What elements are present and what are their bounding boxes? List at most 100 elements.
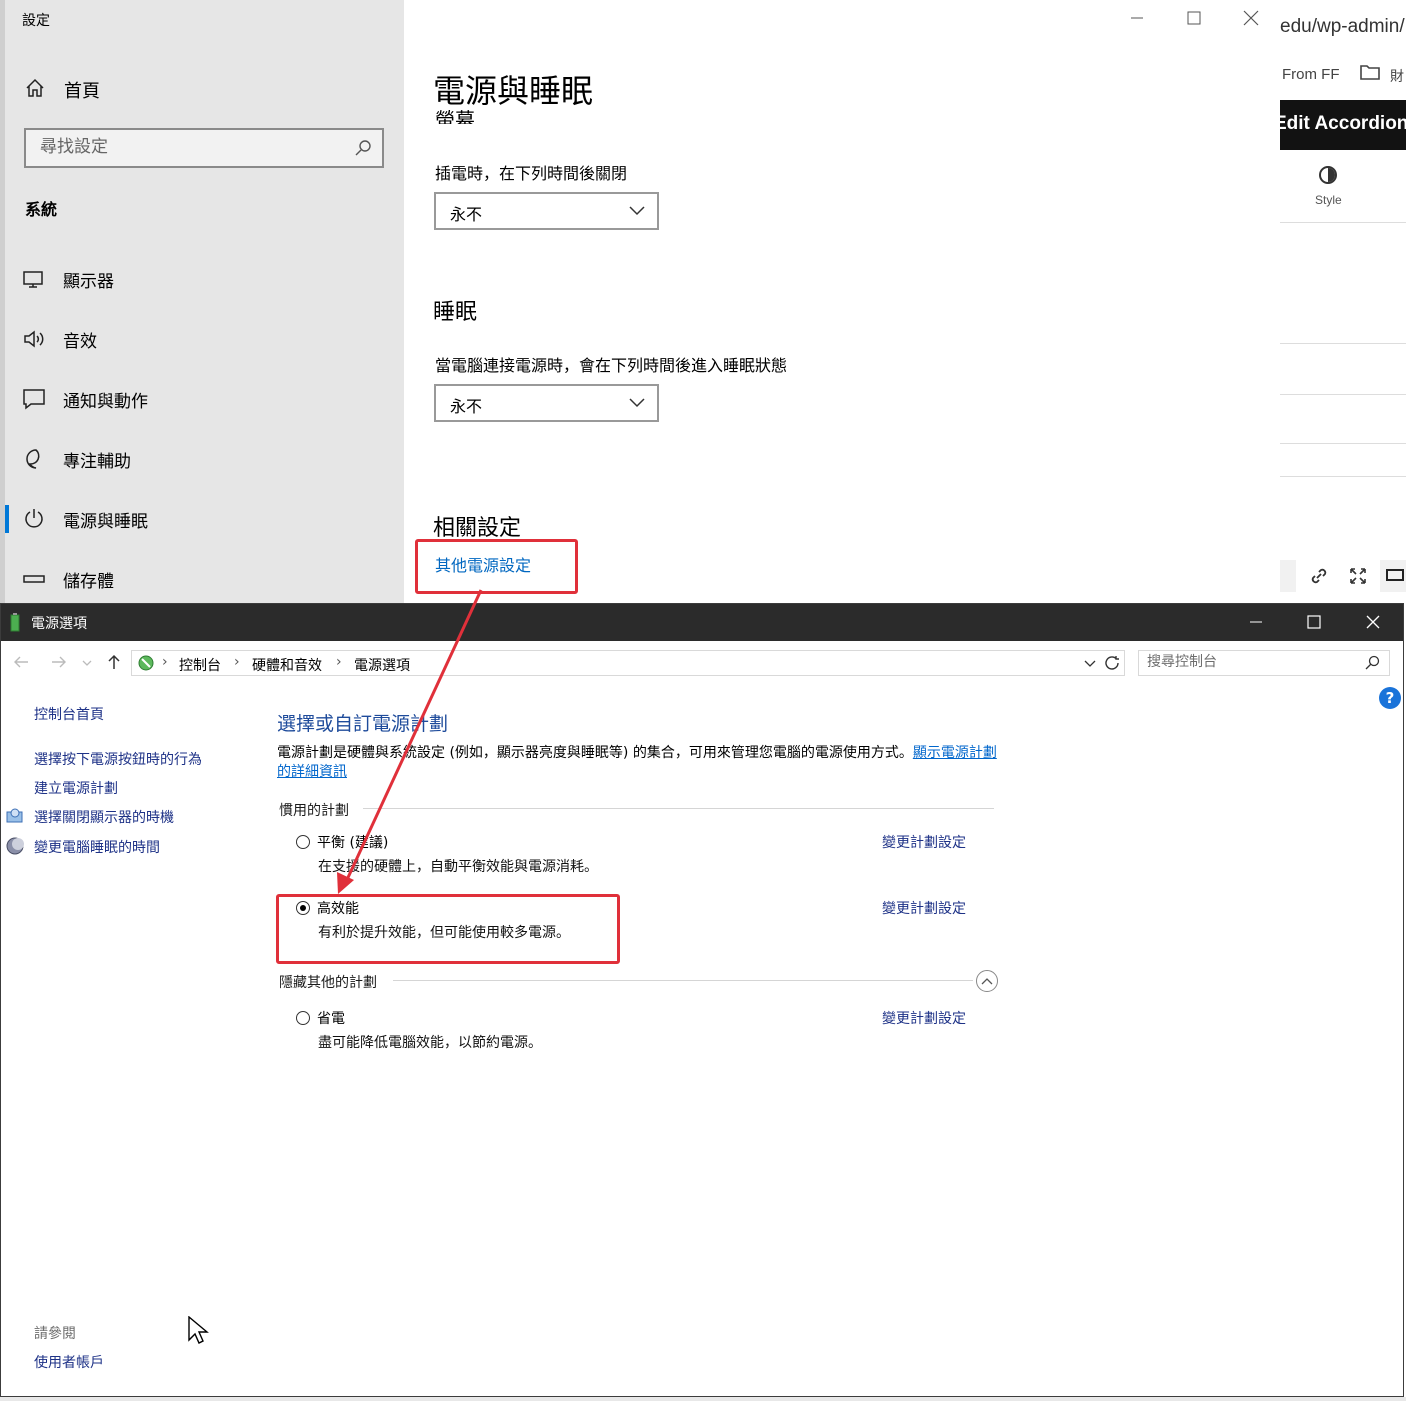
sidebar-item-label: 電源與睡眠 xyxy=(63,512,148,532)
power-options-window: 電源選項 › 控制台 › 硬體和音效 › 電源選項 ? 控制台首頁 選擇按下電源… xyxy=(0,603,1404,1397)
speaker-icon xyxy=(24,330,44,348)
settings-search-box[interactable] xyxy=(24,128,384,168)
maximize-icon[interactable] xyxy=(1305,613,1323,631)
divider xyxy=(1280,222,1406,223)
breadcrumb-control-panel[interactable]: 控制台 xyxy=(179,655,221,675)
panel-title: Edit Accordion xyxy=(1280,113,1406,134)
chevron-down-icon[interactable] xyxy=(1084,658,1096,670)
balanced-plan-desc: 在支援的硬體上，自動平衡效能與電源消耗。 xyxy=(318,859,598,875)
minimize-icon[interactable] xyxy=(1247,613,1265,631)
system-section-heading: 系統 xyxy=(25,200,58,219)
sidebar-item-storage[interactable]: 儲存體 xyxy=(0,557,404,601)
power-saver-change-settings-link[interactable]: 變更計劃設定 xyxy=(882,1008,966,1028)
mouse-cursor-icon xyxy=(188,1316,209,1344)
battery-icon xyxy=(10,613,20,632)
balanced-plan-name[interactable]: 平衡 (建議) xyxy=(317,832,388,852)
power-window-title: 電源選項 xyxy=(31,616,87,632)
home-nav-item[interactable]: 首頁 xyxy=(64,77,100,103)
high-performance-change-settings-link[interactable]: 變更計劃設定 xyxy=(882,898,966,918)
plan-description: 電源計劃是硬體與系統設定 (例如，顯示器亮度與睡眠等) 的集合，可用來管理您電腦… xyxy=(277,745,997,780)
control-panel-search[interactable] xyxy=(1138,650,1390,676)
breadcrumb-hardware-sound[interactable]: 硬體和音效 xyxy=(252,655,322,675)
power-button-behavior-link[interactable]: 選擇按下電源按鈕時的行為 xyxy=(34,749,202,769)
power-saver-plan-desc: 盡可能降低電腦效能，以節約電源。 xyxy=(318,1035,542,1051)
storage-icon xyxy=(23,575,45,583)
close-icon[interactable] xyxy=(1364,613,1382,631)
taskbar-edge xyxy=(0,1397,1406,1401)
collapse-hidden-plans-button[interactable] xyxy=(976,970,998,992)
sidebar-item-power-sleep[interactable]: 電源與睡眠 xyxy=(0,497,404,541)
sidebar-item-focus-assist[interactable]: 專注輔助 xyxy=(0,437,404,481)
moon-icon xyxy=(26,449,40,469)
sidebar-item-label: 音效 xyxy=(63,332,97,352)
power-icon xyxy=(25,509,43,528)
sleep-dropdown[interactable]: 永不 xyxy=(434,384,659,422)
user-accounts-link[interactable]: 使用者帳戶 xyxy=(34,1352,104,1372)
divider xyxy=(1280,476,1406,477)
sidebar-item-notifications[interactable]: 通知與動作 xyxy=(0,377,404,421)
sidebar-item-display[interactable]: 顯示器 xyxy=(0,257,404,301)
address-bar-row: › 控制台 › 硬體和音效 › 電源選項 xyxy=(1,642,1403,682)
control-panel-home-link[interactable]: 控制台首頁 xyxy=(34,704,104,724)
recent-chevron-icon[interactable] xyxy=(81,653,93,671)
message-icon xyxy=(23,389,45,410)
balanced-change-settings-link[interactable]: 變更計劃設定 xyxy=(882,832,966,852)
control-panel-search-input[interactable] xyxy=(1139,651,1347,673)
breadcrumb-power-options[interactable]: 電源選項 xyxy=(354,655,410,675)
sidebar-item-sound[interactable]: 音效 xyxy=(0,317,404,361)
choose-plan-heading: 選擇或自訂電源計劃 xyxy=(277,713,449,735)
address-bar[interactable]: › 控制台 › 硬體和音效 › 電源選項 xyxy=(131,650,1125,676)
back-arrow-icon[interactable] xyxy=(12,653,30,671)
create-power-plan-link[interactable]: 建立電源計劃 xyxy=(34,778,118,798)
search-icon[interactable] xyxy=(1365,655,1381,671)
power-titlebar: 電源選項 xyxy=(1,604,1403,641)
sleep-label: 當電腦連接電源時，會在下列時間後進入睡眠狀態 xyxy=(435,356,788,375)
balanced-radio[interactable] xyxy=(296,835,310,849)
help-icon[interactable]: ? xyxy=(1379,687,1401,709)
sidebar-item-label: 專注輔助 xyxy=(63,452,131,472)
link-icon[interactable] xyxy=(1310,567,1328,585)
change-sleep-time-link[interactable]: 變更電腦睡眠的時間 xyxy=(34,837,160,857)
toolbar-list-button[interactable] xyxy=(1280,560,1296,592)
settings-search-input[interactable] xyxy=(26,130,340,164)
bookmark-from-ff[interactable]: From FF xyxy=(1282,66,1340,83)
fullscreen-icon[interactable] xyxy=(1349,567,1367,585)
forward-arrow-icon[interactable] xyxy=(50,653,68,671)
settings-window: 設定 首頁 系統 顯示器 音效 通知與動作 專注輔助 電源與睡眠 儲存體 電源與… xyxy=(0,0,1280,604)
screen-off-label: 插電時，在下列時間後關閉 xyxy=(435,164,628,183)
style-contrast-icon[interactable] xyxy=(1319,166,1337,184)
turn-off-display-link[interactable]: 選擇關閉顯示器的時機 xyxy=(34,807,174,827)
close-icon[interactable] xyxy=(1241,8,1261,28)
minimize-icon[interactable] xyxy=(1127,8,1147,28)
group-divider xyxy=(363,808,994,809)
breadcrumb-separator: › xyxy=(162,654,168,670)
keyboard-icon[interactable] xyxy=(1380,560,1406,592)
bookmark-2[interactable]: 財 xyxy=(1390,66,1404,86)
hidden-plans-heading: 隱藏其他的計劃 xyxy=(279,975,377,991)
power-saver-plan-name[interactable]: 省電 xyxy=(317,1008,345,1028)
up-arrow-icon[interactable] xyxy=(105,653,123,671)
screen-heading-clipped: 螢幕 xyxy=(435,108,475,124)
group-divider xyxy=(393,980,973,981)
sleep-heading: 睡眠 xyxy=(433,300,478,325)
control-panel-icon xyxy=(138,655,154,671)
refresh-icon[interactable] xyxy=(1104,655,1121,672)
annotation-box-link xyxy=(415,539,578,594)
breadcrumb-separator: › xyxy=(234,654,240,670)
browser-url[interactable]: edu/wp-admin/ xyxy=(1280,16,1405,38)
background-browser: edu/wp-admin/ From FF 財 Edit Accordion S… xyxy=(1280,0,1406,604)
divider xyxy=(1280,394,1406,395)
chevron-down-icon xyxy=(629,206,645,216)
search-icon[interactable] xyxy=(354,139,372,157)
breadcrumb-separator: › xyxy=(336,654,342,670)
screen-off-dropdown[interactable]: 永不 xyxy=(434,192,659,230)
see-also-label: 請參閱 xyxy=(34,1326,76,1342)
maximize-icon[interactable] xyxy=(1184,8,1204,28)
power-saver-radio[interactable] xyxy=(296,1011,310,1025)
dropdown-value: 永不 xyxy=(450,205,483,224)
related-settings-heading: 相關設定 xyxy=(433,516,522,541)
sidebar-item-label: 儲存體 xyxy=(63,572,114,592)
style-tab-label[interactable]: Style xyxy=(1315,193,1342,207)
monitor-icon xyxy=(23,271,43,288)
settings-window-title: 設定 xyxy=(22,13,50,29)
